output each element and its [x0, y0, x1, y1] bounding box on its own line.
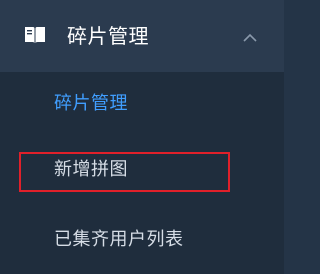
submenu-header-fragment-management[interactable]: 碎片管理	[0, 0, 284, 72]
chevron-up-icon[interactable]	[241, 29, 259, 42]
book-icon	[24, 25, 46, 45]
sidebar-menu: 碎片管理 碎片管理 新增拼图 已集齐用户列表	[0, 0, 284, 274]
submenu-list: 碎片管理 新增拼图 已集齐用户列表	[0, 72, 284, 274]
menu-item-completed-users-list[interactable]: 已集齐用户列表	[0, 208, 284, 274]
submenu-title: 碎片管理	[67, 24, 149, 48]
menu-item-label: 碎片管理	[54, 93, 128, 114]
menu-item-fragment-management[interactable]: 碎片管理	[0, 72, 284, 138]
menu-item-label: 已集齐用户列表	[54, 229, 184, 250]
highlight-box	[19, 152, 230, 192]
